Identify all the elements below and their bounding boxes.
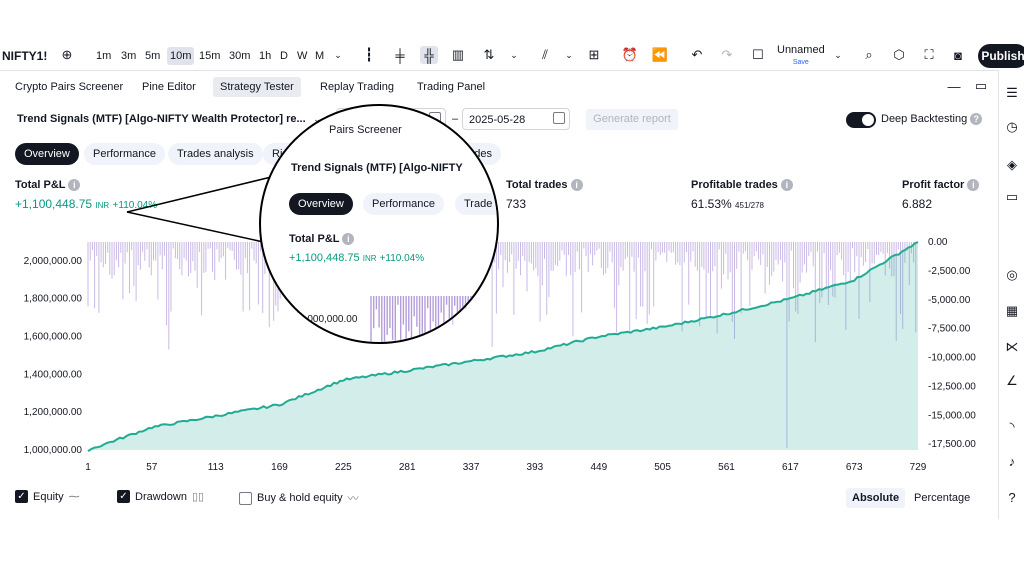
zoom-magnifier: Pairs Screener Trend Signals (MTF) [Algo… xyxy=(259,104,499,344)
mag-strategy-title: Trend Signals (MTF) [Algo-NIFTY xyxy=(291,162,463,174)
mag-pnl-label: Total P&L i xyxy=(289,233,355,246)
callout-line xyxy=(126,211,269,244)
mag-pill-trades: Trade xyxy=(455,193,497,215)
mag-pill-overview: Overview xyxy=(289,193,353,215)
mag-pnl-value: +1,100,448.75 INR +110.04% xyxy=(289,252,424,264)
mag-pnl-currency: INR xyxy=(362,254,377,263)
callout-lines xyxy=(126,169,301,244)
mag-tab-label: Pairs Screener xyxy=(329,124,402,136)
mag-pnl-amount: +1,100,448.75 xyxy=(289,252,360,264)
magnifier-content: Pairs Screener Trend Signals (MTF) [Algo… xyxy=(261,106,497,342)
mag-drawdown-bars xyxy=(370,296,491,342)
mag-pnl-percent: +110.04% xyxy=(379,253,425,264)
mag-pill-performance: Performance xyxy=(363,193,444,215)
info-icon: i xyxy=(342,233,355,246)
mag-pnl-label-text: Total P&L xyxy=(289,233,340,245)
mag-y-tick: 2,000,000.00 xyxy=(299,314,358,325)
